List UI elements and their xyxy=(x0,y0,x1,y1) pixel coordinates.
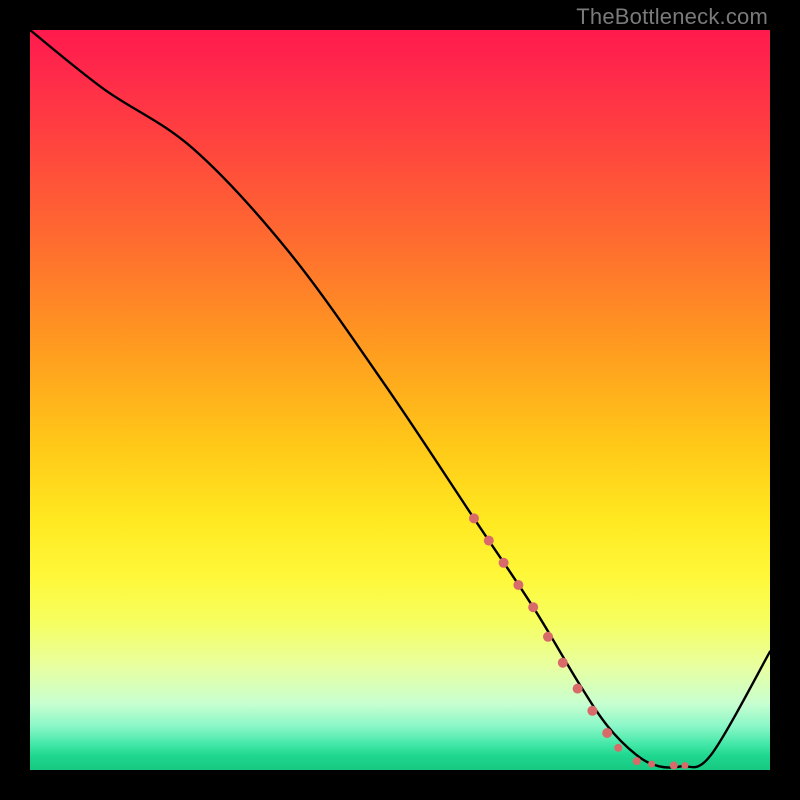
highlight-dot xyxy=(484,536,494,546)
chart-frame: TheBottleneck.com xyxy=(0,0,800,800)
highlight-dot xyxy=(469,513,479,523)
highlight-dot xyxy=(528,602,538,612)
highlight-dot xyxy=(602,728,612,738)
highlight-dot xyxy=(573,684,583,694)
highlight-dot xyxy=(543,632,553,642)
highlight-dot xyxy=(587,706,597,716)
watermark-text: TheBottleneck.com xyxy=(576,4,768,30)
curve-line xyxy=(30,30,770,768)
chart-svg xyxy=(30,30,770,770)
highlight-dot xyxy=(648,761,655,768)
highlight-dot xyxy=(558,658,568,668)
highlight-dot xyxy=(670,762,678,770)
highlight-dot xyxy=(614,744,622,752)
highlight-markers xyxy=(469,513,688,769)
highlight-dot xyxy=(633,757,641,765)
plot-area xyxy=(30,30,770,770)
highlight-dot xyxy=(499,558,509,568)
highlight-dot xyxy=(513,580,523,590)
highlight-dot xyxy=(681,762,688,769)
